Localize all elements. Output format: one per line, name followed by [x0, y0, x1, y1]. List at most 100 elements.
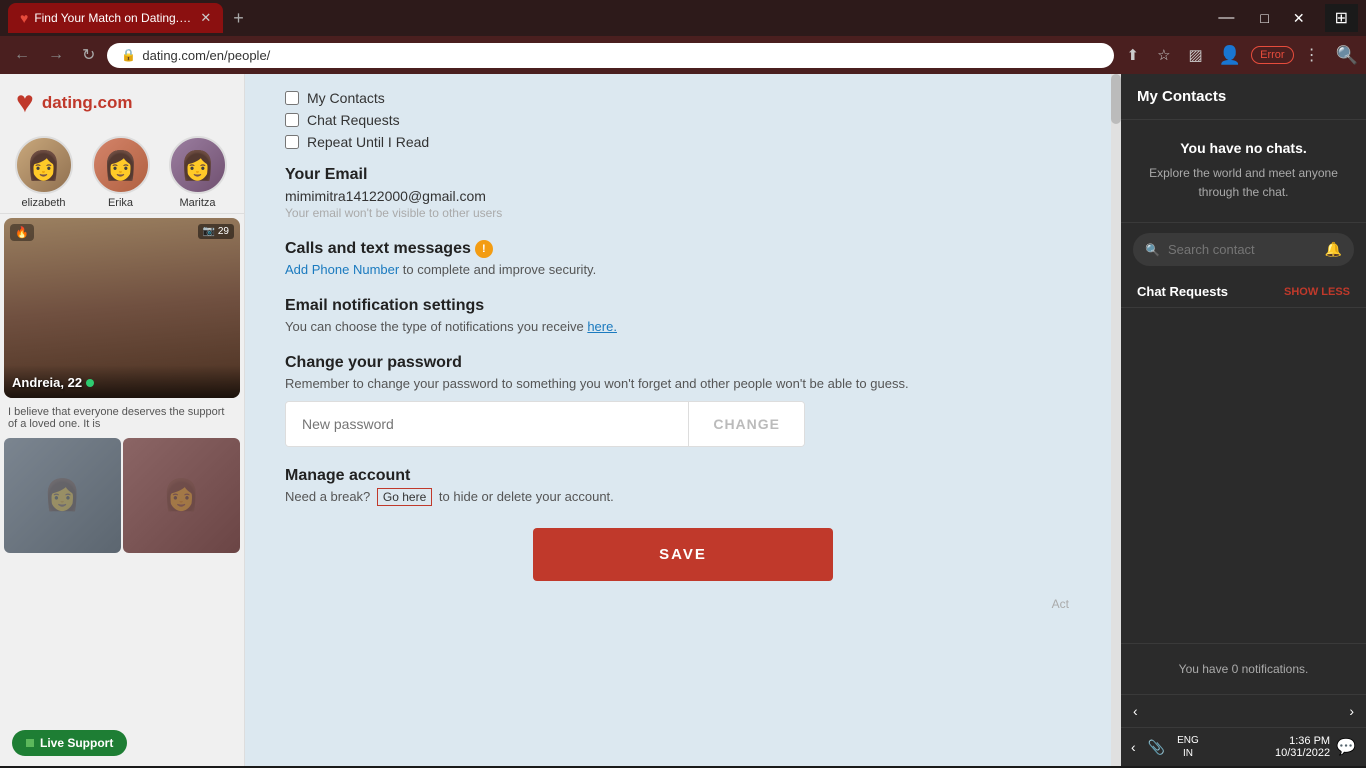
- manage-suffix: to hide or delete your account.: [439, 489, 614, 504]
- checkbox-repeat[interactable]: Repeat Until I Read: [285, 134, 1081, 150]
- paperclip-icon[interactable]: 📎: [1148, 739, 1165, 756]
- active-tab[interactable]: ♥ Find Your Match on Dating.com: ✕: [8, 3, 223, 33]
- manage-text: Need a break?: [285, 489, 370, 504]
- refresh-button[interactable]: ↻: [76, 43, 101, 67]
- online-dot: [86, 379, 94, 387]
- notifications-section-title: Email notification settings: [285, 297, 1081, 315]
- extensions-icon[interactable]: ⋮: [1300, 43, 1324, 67]
- scrollbar-thumb[interactable]: [1111, 74, 1121, 124]
- fire-badge: 🔥: [10, 224, 34, 241]
- search-contact-bar[interactable]: 🔍 🔔: [1133, 233, 1354, 266]
- avatar-2: 👩: [169, 136, 227, 194]
- notifications-bottom: You have 0 notifications.: [1121, 643, 1366, 694]
- page-scrollbar[interactable]: [1111, 74, 1121, 766]
- add-phone-link[interactable]: Add Phone Number: [285, 262, 399, 277]
- act-label: Act: [285, 597, 1069, 611]
- next-arrow-button[interactable]: ›: [1337, 699, 1366, 723]
- taskbar-time-area: 1:36 PM 10/31/2022: [1275, 735, 1330, 759]
- settings-modal: My Contacts Chat Requests Repeat Until I…: [245, 74, 1121, 766]
- new-password-input[interactable]: [286, 402, 688, 446]
- main-content: My Contacts Chat Requests Repeat Until I…: [245, 74, 1121, 766]
- profile-strip: 👩 elizabeth 👩 Erika 👩 Maritza: [0, 132, 244, 214]
- maximize-button[interactable]: □: [1248, 6, 1280, 30]
- checkbox-repeat-input[interactable]: [285, 135, 299, 149]
- new-tab-button[interactable]: +: [223, 8, 254, 29]
- forward-button[interactable]: →: [42, 44, 70, 66]
- profile-name-1: Erika: [108, 197, 133, 209]
- checkbox-my-contacts-input[interactable]: [285, 91, 299, 105]
- card-name: Andreia, 22: [12, 375, 82, 390]
- site-logo-text: dating.com: [42, 93, 133, 113]
- email-section: Your Email mimimitra14122000@gmail.com Y…: [285, 166, 1081, 220]
- minimize-button[interactable]: —: [1204, 5, 1248, 31]
- volume-icon[interactable]: 🔔: [1325, 241, 1342, 258]
- profile-item-0[interactable]: 👩 elizabeth: [6, 136, 81, 209]
- grid-cards: 👩 👩: [0, 434, 244, 557]
- email-section-title: Your Email: [285, 166, 1081, 184]
- sidebar-bottom-icons: ‹ 📎 ENGIN 1:36 PM 10/31/2022 💬: [1121, 727, 1366, 766]
- calls-title-text: Calls and text messages: [285, 240, 471, 258]
- warning-icon: !: [475, 240, 493, 258]
- chat-taskbar-icon[interactable]: 💬: [1336, 737, 1356, 757]
- main-layout: ♥ dating.com 👩 elizabeth 👩 Erika 👩 Marit…: [0, 74, 1366, 766]
- prev-arrow-button[interactable]: ‹: [1121, 699, 1150, 723]
- email-note: Your email won't be visible to other use…: [285, 206, 1081, 220]
- avatar-0: 👩: [15, 136, 73, 194]
- tab-bar: ♥ Find Your Match on Dating.com: ✕ + — □…: [0, 0, 1366, 36]
- show-less-button[interactable]: SHOW LESS: [1284, 286, 1350, 298]
- search-contact-input[interactable]: [1168, 242, 1317, 257]
- profile-item-2[interactable]: 👩 Maritza: [160, 136, 235, 209]
- browser-search-icon[interactable]: 🔍: [1336, 45, 1358, 66]
- checkbox-chat-requests[interactable]: Chat Requests: [285, 112, 1081, 128]
- live-support-button[interactable]: Live Support: [12, 730, 127, 756]
- sidebar-nav-arrows: ‹ ›: [1121, 694, 1366, 727]
- share-icon[interactable]: ⬆: [1120, 44, 1145, 66]
- error-badge[interactable]: Error: [1251, 46, 1293, 64]
- lang-selector[interactable]: ENGIN: [1177, 734, 1199, 760]
- profile-name-0: elizabeth: [21, 197, 65, 209]
- tab-favicon: ♥: [20, 10, 28, 26]
- notifications-count-text: You have 0 notifications.: [1179, 662, 1309, 676]
- bookmark-icon[interactable]: ☆: [1151, 44, 1176, 66]
- profile-icon[interactable]: 👤: [1215, 43, 1245, 68]
- feed-large-card[interactable]: 🔥 📷 29 Andreia, 22: [4, 218, 240, 398]
- grid-card-0[interactable]: 👩: [4, 438, 121, 553]
- avatar-1: 👩: [92, 136, 150, 194]
- search-contact-icon: 🔍: [1145, 243, 1160, 257]
- photo-count-badge: 📷 29: [198, 224, 234, 239]
- url-field[interactable]: 🔒 dating.com/en/people/: [107, 43, 1114, 68]
- lang-text: ENGIN: [1177, 735, 1199, 759]
- change-password-button[interactable]: CHANGE: [688, 402, 804, 446]
- notifications-section: Email notification settings You can choo…: [285, 297, 1081, 334]
- calls-section-body: Add Phone Number to complete and improve…: [285, 262, 1081, 277]
- no-chats-title: You have no chats.: [1137, 140, 1350, 156]
- heart-logo-icon: ♥: [16, 86, 34, 120]
- profile-item-1[interactable]: 👩 Erika: [83, 136, 158, 209]
- manage-section-body: Need a break? Go here to hide or delete …: [285, 489, 1081, 504]
- back-button[interactable]: ←: [8, 44, 36, 66]
- notifications-text: You can choose the type of notifications…: [285, 319, 587, 334]
- grid-card-1[interactable]: 👩: [123, 438, 240, 553]
- browser-chrome: ♥ Find Your Match on Dating.com: ✕ + — □…: [0, 0, 1366, 74]
- sidebar-toggle-icon[interactable]: ▨: [1183, 44, 1209, 66]
- checkbox-my-contacts[interactable]: My Contacts: [285, 90, 1081, 106]
- password-input-row: CHANGE: [285, 401, 805, 447]
- close-button[interactable]: ✕: [1281, 6, 1317, 31]
- save-button[interactable]: SAVE: [533, 528, 833, 581]
- back-sidebar-icon[interactable]: ‹: [1131, 739, 1136, 755]
- notifications-section-body: You can choose the type of notifications…: [285, 319, 1081, 334]
- windows-start-button[interactable]: ⊞: [1325, 4, 1358, 32]
- checkbox-chat-requests-input[interactable]: [285, 113, 299, 127]
- support-dot-icon: [26, 739, 34, 747]
- password-section-desc: Remember to change your password to some…: [285, 376, 1081, 391]
- taskbar-date: 10/31/2022: [1275, 747, 1330, 759]
- my-contacts-title: My Contacts: [1137, 88, 1226, 105]
- tab-title: Find Your Match on Dating.com:: [34, 11, 194, 25]
- notifications-link[interactable]: here.: [587, 319, 617, 334]
- chat-requests-title: Chat Requests: [1137, 284, 1228, 299]
- no-chats-area: You have no chats. Explore the world and…: [1121, 120, 1366, 223]
- go-here-link[interactable]: Go here: [377, 488, 432, 506]
- tab-close-icon[interactable]: ✕: [200, 10, 211, 26]
- password-section: Change your password Remember to change …: [285, 354, 1081, 447]
- chat-requests-header: Chat Requests SHOW LESS: [1121, 276, 1366, 308]
